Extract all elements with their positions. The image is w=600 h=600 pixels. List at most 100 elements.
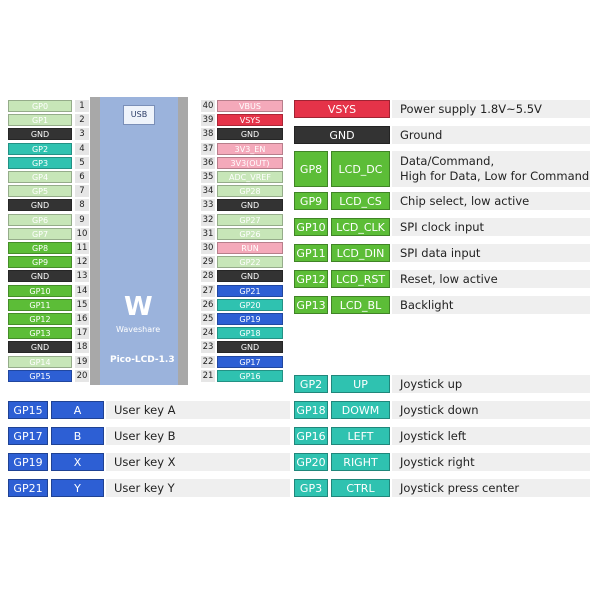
pin-number: 1 <box>75 100 89 112</box>
function-cell: LCD_CLK <box>331 218 390 236</box>
pin-label: VBUS <box>217 100 283 112</box>
pin-label: GND <box>8 341 72 354</box>
pin-label: GND <box>8 199 72 212</box>
pin-cell: GP16 <box>294 427 328 445</box>
pin-cell: GP18 <box>294 401 328 419</box>
pin-cell: GP8 <box>294 151 328 187</box>
pin-label: GP13 <box>8 327 72 340</box>
pin-cell: GP9 <box>294 192 328 210</box>
pin-number: 7 <box>75 185 89 198</box>
description-cell: User key A <box>106 401 290 419</box>
pin-label: GND <box>217 128 283 141</box>
usb-connector: USB <box>123 105 155 125</box>
description-cell: Backlight <box>392 296 590 314</box>
model-label: Pico-LCD-1.3 <box>110 355 175 365</box>
description-cell: User key B <box>106 427 290 445</box>
description-cell: Reset, low active <box>392 270 590 288</box>
function-cell: LCD_RST <box>331 270 390 288</box>
description-text: Backlight <box>400 297 454 312</box>
function-cell: CTRL <box>331 479 390 497</box>
description-cell: Joystick press center <box>392 479 590 497</box>
pin-label: GP19 <box>217 313 283 325</box>
description-text: Power supply 1.8V~5.5V <box>400 101 542 116</box>
pin-label: GP15 <box>8 369 72 382</box>
pin-cell: GP10 <box>294 218 328 236</box>
function-cell: B <box>51 427 104 445</box>
description-cell: SPI clock input <box>392 218 590 236</box>
pin-label: ADC_VREF <box>217 171 283 183</box>
pin-number: 27 <box>201 284 215 297</box>
pin-label: GP27 <box>217 213 283 226</box>
description-cell: Ground <box>392 126 590 144</box>
description-cell: User key Y <box>106 479 290 497</box>
pin-number: 36 <box>201 156 215 169</box>
pin-cell: GP20 <box>294 453 328 471</box>
pin-number: 21 <box>201 369 215 382</box>
pin-label: GP1 <box>8 114 72 127</box>
description-cell: Joystick up <box>392 375 590 393</box>
pin-number: 32 <box>201 213 215 226</box>
pin-number: 14 <box>75 284 89 297</box>
pin-label: GP21 <box>217 284 283 297</box>
pin-number: 33 <box>201 199 215 212</box>
pin-cell: GP12 <box>294 270 328 288</box>
description-text: Ground <box>400 127 443 142</box>
pin-label: GP0 <box>8 100 72 112</box>
pin-number: 13 <box>75 270 89 283</box>
pin-number: 35 <box>201 171 215 183</box>
pin-cell: GP3 <box>294 479 328 497</box>
pin-label: GND <box>8 270 72 283</box>
pin-number: 29 <box>201 256 215 269</box>
pin-cell: GND <box>294 126 390 144</box>
description-text: SPI data input <box>400 245 481 260</box>
pin-number: 38 <box>201 128 215 141</box>
description-text: Reset, low active <box>400 271 498 286</box>
pin-label: GP9 <box>8 256 72 269</box>
pin-number: 34 <box>201 185 215 198</box>
pin-number: 17 <box>75 327 89 340</box>
pin-number: 26 <box>201 298 215 311</box>
pin-number: 3 <box>75 128 89 141</box>
pin-number: 2 <box>75 114 89 127</box>
pin-label: GP4 <box>8 171 72 183</box>
pin-number: 25 <box>201 313 215 325</box>
pin-number: 23 <box>201 341 215 354</box>
pin-cell: GP21 <box>8 479 48 497</box>
pin-number: 6 <box>75 171 89 183</box>
pin-label: GP5 <box>8 185 72 198</box>
pin-label: GP20 <box>217 298 283 311</box>
pin-number: 37 <box>201 142 215 155</box>
pin-label: GND <box>8 128 72 141</box>
pin-label: GP8 <box>8 242 72 254</box>
pin-number: 28 <box>201 270 215 283</box>
pin-label: GP26 <box>217 227 283 240</box>
description-cell: Joystick right <box>392 453 590 471</box>
description-cell: Joystick left <box>392 427 590 445</box>
function-cell: LCD_CS <box>331 192 390 210</box>
pin-label: GP16 <box>217 369 283 382</box>
pin-label: RUN <box>217 242 283 254</box>
description-text: SPI clock input <box>400 219 485 234</box>
description-cell: Joystick down <box>392 401 590 419</box>
pin-number: 20 <box>75 369 89 382</box>
pin-label: GP17 <box>217 355 283 368</box>
description-text: Chip select, low active <box>400 193 530 208</box>
pin-number: 22 <box>201 355 215 368</box>
pin-number: 31 <box>201 227 215 240</box>
pin-label: GP14 <box>8 355 72 368</box>
pin-cell: GP19 <box>8 453 48 471</box>
pin-number: 39 <box>201 114 215 127</box>
pin-number: 24 <box>201 327 215 340</box>
function-cell: Y <box>51 479 104 497</box>
pin-cell: VSYS <box>294 100 390 118</box>
function-cell: DOWM <box>331 401 390 419</box>
pin-number: 8 <box>75 199 89 212</box>
waveshare-logo-icon: W <box>124 292 153 322</box>
pin-number: 11 <box>75 242 89 254</box>
description-cell: Power supply 1.8V~5.5V <box>392 100 590 118</box>
pin-label: GP28 <box>217 185 283 198</box>
pin-number: 15 <box>75 298 89 311</box>
pin-label: GP10 <box>8 284 72 297</box>
pin-cell: GP15 <box>8 401 48 419</box>
function-cell: LCD_BL <box>331 296 390 314</box>
